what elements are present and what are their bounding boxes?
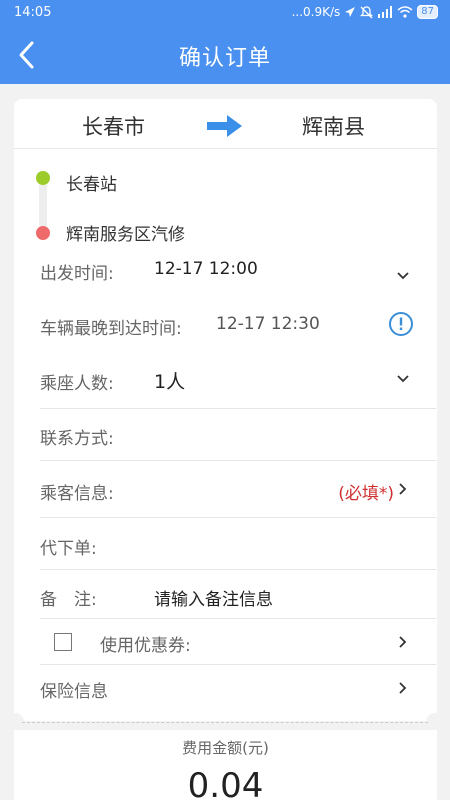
chevron-right-icon[interactable]: [396, 482, 410, 496]
departure-value: 12-17 12:00: [154, 259, 258, 279]
latest-arrival-row: 车辆最晚到达时间: 12-17 12:30: [40, 312, 413, 348]
remark-input[interactable]: 请输入备注信息: [154, 585, 273, 610]
info-icon[interactable]: [388, 311, 414, 337]
chevron-down-icon[interactable]: [396, 372, 410, 386]
seats-row[interactable]: 乘座人数: 1人: [40, 361, 436, 409]
route-line: [39, 185, 47, 226]
mute-icon: [360, 5, 374, 18]
to-city: 辉南县: [302, 115, 365, 139]
location-icon: [345, 7, 356, 17]
order-card: 长春市 辉南县 长春站 辉南服务区汽修 出发时间: 12-17 12:00 车辆…: [14, 99, 437, 721]
chevron-right-icon[interactable]: [396, 635, 410, 649]
remark-row[interactable]: 备 注: 请输入备注信息: [40, 570, 436, 619]
fee-card: 费用金额(元) 0.04: [14, 730, 437, 800]
latest-arrival-value: 12-17 12:30: [216, 314, 320, 334]
departure-time-row[interactable]: 出发时间: 12-17 12:00: [40, 259, 410, 293]
seats-label: 乘座人数:: [40, 374, 114, 394]
insurance-label: 保险信息: [40, 682, 108, 702]
signal-icon: [378, 6, 393, 18]
remark-label: 备 注:: [40, 590, 97, 610]
status-icons: ...0.9K/s 87: [292, 5, 438, 19]
coupon-label: 使用优惠券:: [100, 636, 191, 656]
contact-label: 联系方式:: [40, 429, 114, 449]
chevron-right-icon[interactable]: [396, 681, 410, 695]
title-bar: 确认订单: [0, 26, 450, 84]
coupon-checkbox[interactable]: [54, 633, 72, 651]
seats-value: 1人: [154, 371, 186, 393]
wifi-icon: [397, 6, 413, 18]
insurance-row[interactable]: 保险信息: [40, 665, 410, 711]
stops-section: 长春站 辉南服务区汽修: [14, 154, 437, 249]
start-stop: 长春站: [66, 175, 117, 195]
latest-arrival-label: 车辆最晚到达时间:: [40, 319, 182, 339]
page-title: 确认订单: [178, 46, 271, 71]
start-dot: [36, 171, 50, 185]
route-header: 长春市 辉南县: [14, 99, 437, 149]
ticket-divider: [22, 722, 428, 723]
fee-label: 费用金额(元): [182, 739, 269, 757]
fee-amount: 0.04: [187, 766, 264, 800]
coupon-row[interactable]: 使用优惠券:: [40, 619, 436, 665]
ticket-notch-right: [426, 713, 444, 731]
contact-row[interactable]: 联系方式:: [40, 409, 436, 461]
proxy-order-row[interactable]: 代下单:: [40, 518, 436, 570]
passenger-row[interactable]: 乘客信息: (必填*): [40, 461, 436, 518]
end-dot: [36, 226, 50, 240]
battery-indicator: 87: [417, 5, 438, 19]
from-city: 长春市: [82, 115, 145, 139]
passenger-label: 乘客信息:: [40, 484, 114, 504]
departure-label: 出发时间:: [40, 264, 114, 284]
status-time: 14:05: [14, 5, 52, 20]
network-speed: ...0.9K/s: [291, 5, 341, 19]
required-mark: (必填*): [338, 484, 394, 504]
arrow-right-icon: [207, 115, 242, 137]
status-bar: 14:05 ...0.9K/s 87: [0, 0, 450, 26]
chevron-down-icon[interactable]: [396, 269, 410, 283]
proxy-order-label: 代下单:: [40, 539, 97, 559]
end-stop: 辉南服务区汽修: [66, 225, 185, 245]
